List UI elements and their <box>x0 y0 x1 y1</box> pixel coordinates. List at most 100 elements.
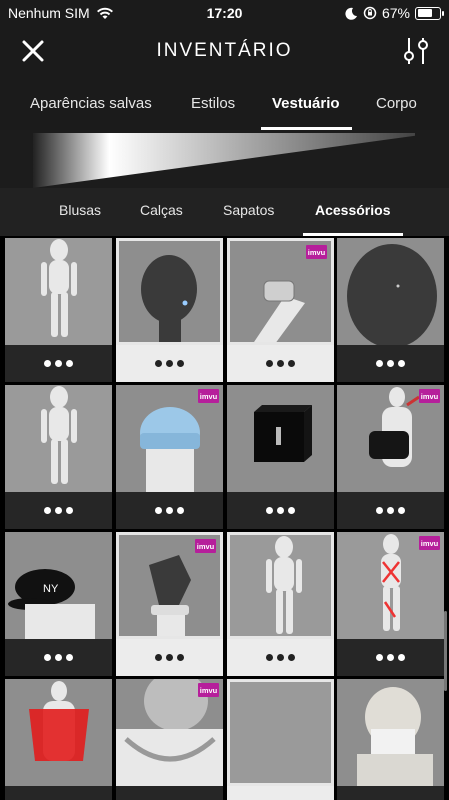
sub-tabs: Blusas Calças Sapatos Acessórios <box>0 188 449 236</box>
dot <box>155 360 162 367</box>
inventory-item-avatar-body[interactable] <box>5 385 112 529</box>
dot <box>266 507 273 514</box>
more-dots-icon[interactable] <box>227 639 334 676</box>
dot <box>288 507 295 514</box>
tab-styles[interactable]: Estilos <box>191 95 235 112</box>
status-right: 67% <box>345 5 444 21</box>
dot <box>166 654 173 661</box>
dot <box>55 654 62 661</box>
dot <box>44 507 51 514</box>
dot <box>387 507 394 514</box>
more-dots-icon[interactable] <box>116 345 223 382</box>
item-thumbnail: NY <box>5 532 112 639</box>
more-dots-icon[interactable] <box>5 492 112 529</box>
item-image <box>5 679 112 786</box>
inventory-item-black-backpack[interactable]: imvu <box>337 385 444 529</box>
inventory-item-avatar-body[interactable] <box>227 532 334 676</box>
more-dots-icon[interactable] <box>227 492 334 529</box>
imvu-badge: imvu <box>195 539 216 553</box>
sliders-icon[interactable] <box>401 35 431 67</box>
more-dots-icon[interactable] <box>5 345 112 382</box>
orientation-lock-icon <box>363 6 377 20</box>
item-image <box>266 536 302 634</box>
item-thumbnail <box>5 679 112 786</box>
status-bar: Nenhum SIM 17:20 67% <box>0 0 449 26</box>
more-dots-icon[interactable] <box>337 492 444 529</box>
inventory-item-chain-necklace[interactable]: imvu <box>116 679 223 800</box>
dot <box>277 654 284 661</box>
dot <box>166 360 173 367</box>
item-image <box>230 682 334 786</box>
scrollbar[interactable] <box>444 611 447 691</box>
item-thumbnail <box>227 532 334 639</box>
category-banner <box>0 130 449 188</box>
inventory-item-red-vest[interactable] <box>5 679 112 800</box>
more-dots-icon[interactable] <box>116 639 223 676</box>
item-thumbnail <box>116 238 223 345</box>
battery-icon <box>415 6 444 20</box>
more-dots-icon[interactable] <box>227 786 334 800</box>
tab-body[interactable]: Corpo <box>376 95 417 112</box>
item-thumbnail <box>5 238 112 345</box>
inventory-item-black-cube[interactable] <box>227 385 334 529</box>
dot <box>277 360 284 367</box>
more-dots-icon[interactable] <box>116 786 223 800</box>
tab-saved-looks[interactable]: Aparências salvas <box>30 95 152 112</box>
moon-icon <box>345 7 357 20</box>
inventory-item-blue-beanie[interactable]: imvu <box>116 385 223 529</box>
inventory-item-red-harness[interactable]: imvu <box>337 532 444 676</box>
imvu-badge: imvu <box>306 245 327 259</box>
banner-graphic <box>33 133 415 188</box>
inventory-item-white-balaclava[interactable] <box>337 679 444 800</box>
dot <box>277 507 284 514</box>
item-thumbnail: imvu <box>116 679 223 786</box>
more-dots-icon[interactable] <box>5 786 112 800</box>
item-image <box>227 385 334 492</box>
dot <box>55 507 62 514</box>
subtab-accessories[interactable]: Acessórios <box>315 202 390 218</box>
dot <box>155 654 162 661</box>
item-thumbnail: imvu <box>337 385 444 492</box>
dot <box>44 360 51 367</box>
battery-fill <box>417 9 432 17</box>
item-thumbnail: imvu <box>337 532 444 639</box>
imvu-badge: imvu <box>198 683 219 697</box>
inventory-item-ny-cap[interactable]: NY <box>5 532 112 676</box>
inventory-item-hand-bracelet[interactable]: imvu <box>116 532 223 676</box>
dot <box>155 507 162 514</box>
item-image <box>41 239 77 337</box>
inventory-item-empty[interactable] <box>227 679 334 800</box>
more-dots-icon[interactable] <box>337 786 444 800</box>
item-thumbnail <box>337 679 444 786</box>
item-thumbnail: imvu <box>227 238 334 345</box>
inventory-item-avatar-body[interactable] <box>5 238 112 382</box>
dot <box>398 360 405 367</box>
more-dots-icon[interactable] <box>337 639 444 676</box>
tab-clothing[interactable]: Vestuário <box>272 95 340 112</box>
item-image <box>41 386 77 484</box>
subtab-tops[interactable]: Blusas <box>59 202 101 218</box>
dot <box>288 360 295 367</box>
item-thumbnail <box>337 238 444 345</box>
items-grid: imvu imvu imvu NY imvu imvu imvu <box>0 236 449 800</box>
more-dots-icon[interactable] <box>5 639 112 676</box>
dot <box>398 654 405 661</box>
subtab-pants[interactable]: Calças <box>140 202 183 218</box>
dot <box>177 360 184 367</box>
inventory-item-head-earring-close[interactable] <box>337 238 444 382</box>
more-dots-icon[interactable] <box>337 345 444 382</box>
more-dots-icon[interactable] <box>227 345 334 382</box>
dot <box>288 654 295 661</box>
item-thumbnail: imvu <box>116 532 223 639</box>
item-image: NY <box>5 532 112 639</box>
subtab-shoes[interactable]: Sapatos <box>223 202 274 218</box>
imvu-badge: imvu <box>198 389 219 403</box>
page-title: INVENTÁRIO <box>156 40 293 61</box>
main-tabs: Aparências salvas Estilos Vestuário Corp… <box>0 76 449 130</box>
dot <box>44 654 51 661</box>
item-thumbnail <box>227 385 334 492</box>
inventory-item-head-earring[interactable] <box>116 238 223 382</box>
dot <box>266 654 273 661</box>
more-dots-icon[interactable] <box>116 492 223 529</box>
inventory-item-wrist-watch[interactable]: imvu <box>227 238 334 382</box>
